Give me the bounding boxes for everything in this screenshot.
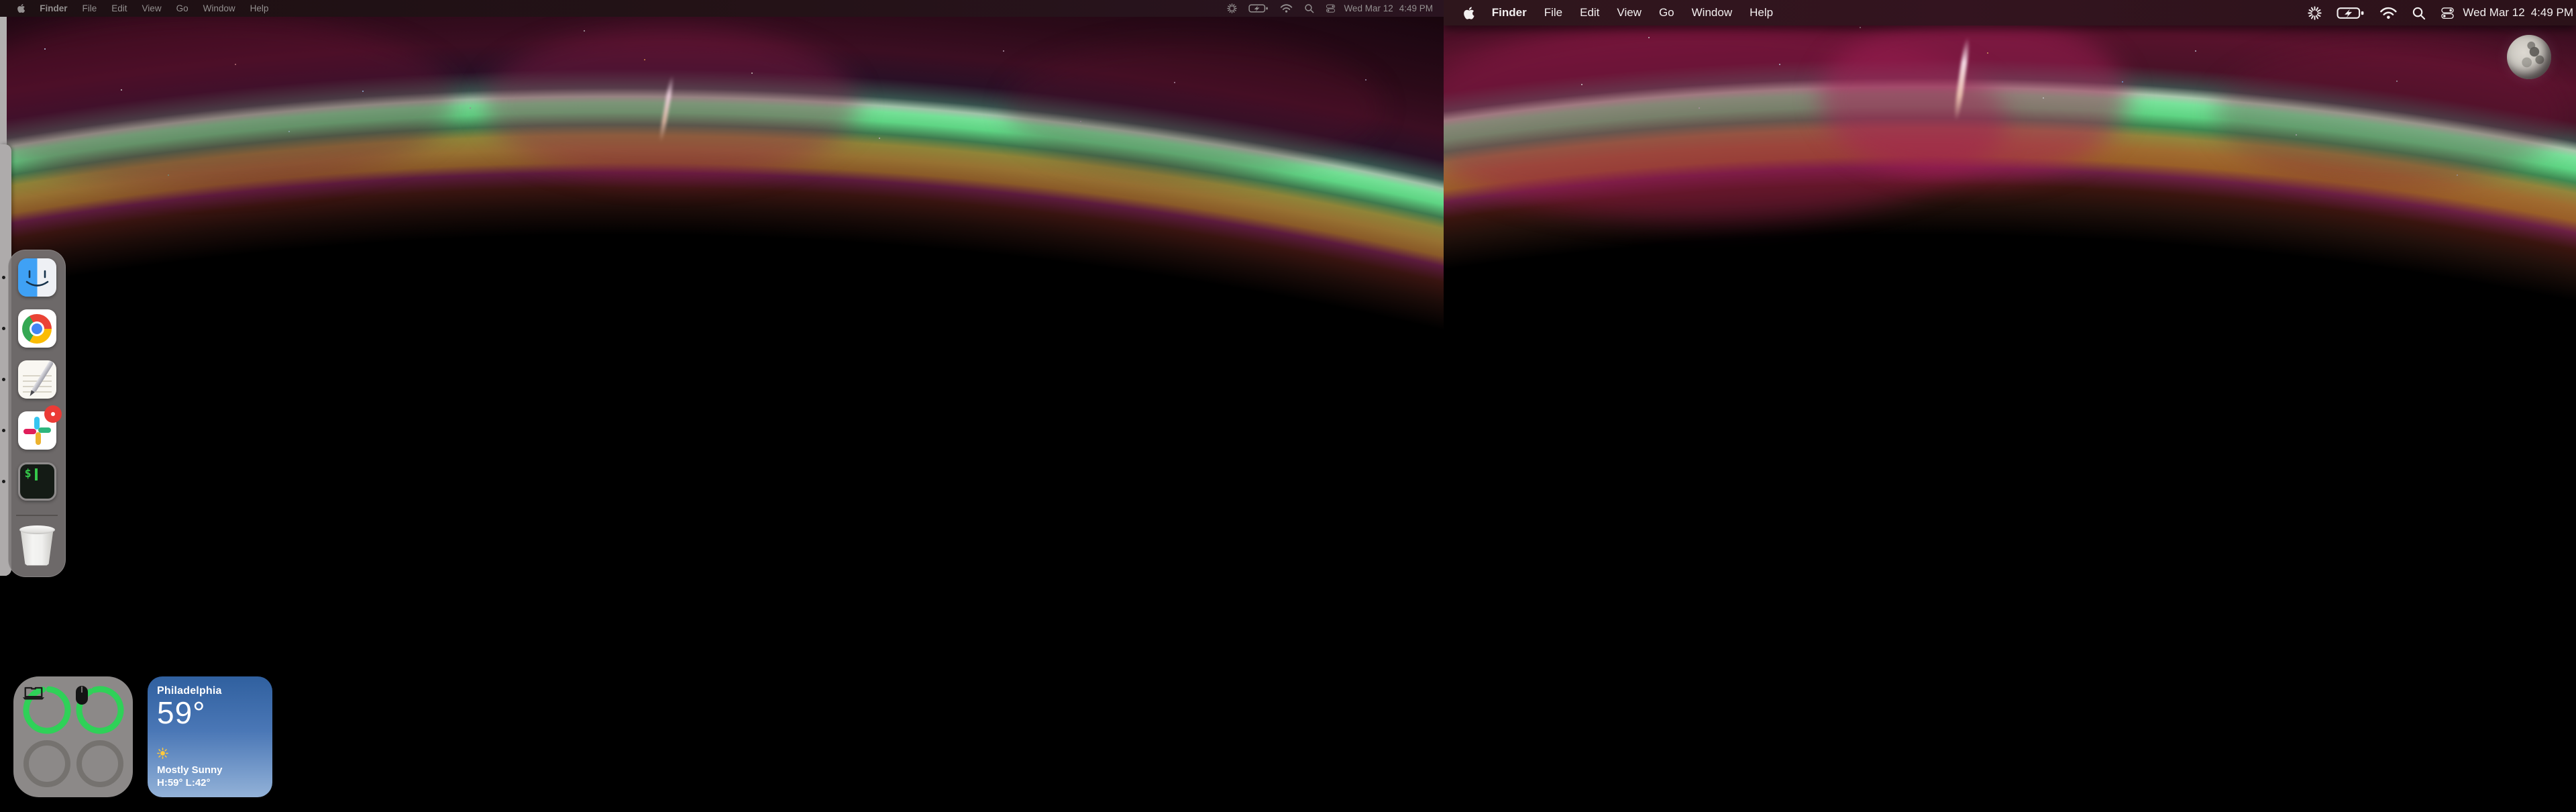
search-icon[interactable]	[1304, 3, 1314, 13]
menu-view[interactable]: View	[142, 3, 162, 13]
battery-charging-icon[interactable]	[1248, 3, 1269, 13]
menu-window[interactable]: Window	[1692, 6, 1732, 19]
mouse-icon	[75, 685, 125, 735]
display-right: Finder File Edit View Go Window Help Wed…	[1444, 0, 2576, 812]
laptop-icon	[22, 685, 72, 735]
sun-icon	[157, 748, 263, 762]
aurora-red-glow	[1819, 13, 2128, 181]
menu-edit[interactable]: Edit	[111, 3, 127, 13]
desktop: Finder File Edit View Go Window Help Wed…	[0, 0, 2576, 812]
menu-go[interactable]: Go	[1659, 6, 1674, 19]
spinner-gear-icon[interactable]	[2308, 6, 2322, 20]
dock: $	[8, 250, 66, 577]
spinner-gear-icon[interactable]	[1227, 3, 1237, 13]
dock-running-indicators	[2, 250, 6, 577]
batteries-widget[interactable]	[13, 676, 133, 797]
dock-item-slack[interactable]	[18, 411, 56, 450]
dock-item-chrome[interactable]	[18, 309, 56, 348]
finder-icon	[18, 258, 56, 297]
terminal-cursor	[35, 468, 38, 480]
moon	[2507, 35, 2551, 79]
wifi-icon[interactable]	[2379, 6, 2398, 20]
wifi-icon[interactable]	[1280, 3, 1293, 13]
menu-bar-right: Finder File Edit View Go Window Help Wed…	[1444, 0, 2576, 26]
terminal-icon: $	[18, 462, 56, 501]
dock-item-finder[interactable]	[18, 258, 56, 297]
control-center-icon[interactable]	[1326, 3, 1336, 13]
menu-go[interactable]: Go	[176, 3, 189, 13]
battery-ring-laptop	[22, 685, 72, 735]
menu-app-name[interactable]: Finder	[40, 3, 67, 13]
battery-ring-empty	[75, 739, 125, 789]
weather-temperature: 59°	[157, 697, 263, 729]
notes-icon	[18, 360, 56, 399]
chrome-icon	[18, 309, 56, 348]
battery-ring-mouse	[75, 685, 125, 735]
menu-help[interactable]: Help	[1750, 6, 1773, 19]
menu-bar-clock[interactable]: Wed Mar 124:49 PM	[1344, 3, 1433, 13]
dock-divider	[16, 515, 58, 516]
battery-charging-icon[interactable]	[2337, 6, 2365, 20]
dock-item-notes[interactable]	[18, 360, 56, 399]
menu-help[interactable]: Help	[250, 3, 269, 13]
slack-notification-badge	[44, 405, 62, 423]
dock-item-trash[interactable]	[18, 525, 56, 567]
dock-item-terminal[interactable]: $	[18, 462, 56, 501]
display-left: Finder File Edit View Go Window Help Wed…	[0, 0, 1444, 812]
control-center-icon[interactable]	[2440, 6, 2455, 20]
weather-widget[interactable]: Philadelphia 59° Mostly Sunny H:59° L:42…	[148, 676, 272, 797]
weather-condition: Mostly Sunny	[157, 764, 263, 776]
apple-menu[interactable]	[1464, 6, 1474, 20]
aurora-red-glow	[483, 27, 859, 181]
weather-high-low: H:59° L:42°	[157, 777, 263, 789]
trash-icon	[21, 530, 54, 566]
apple-menu[interactable]	[17, 3, 25, 13]
search-icon[interactable]	[2412, 6, 2426, 20]
menu-window[interactable]: Window	[203, 3, 235, 13]
menu-file[interactable]: File	[83, 3, 97, 13]
menu-file[interactable]: File	[1544, 6, 1562, 19]
menu-bar-clock[interactable]: Wed Mar 124:49 PM	[2463, 6, 2573, 19]
menu-bar-left: Finder File Edit View Go Window Help Wed…	[0, 0, 1444, 17]
battery-ring-empty	[22, 739, 72, 789]
aurora-red-glow	[1006, 40, 1382, 174]
menu-edit[interactable]: Edit	[1580, 6, 1599, 19]
menu-app-name[interactable]: Finder	[1492, 6, 1527, 19]
menu-view[interactable]: View	[1617, 6, 1642, 19]
